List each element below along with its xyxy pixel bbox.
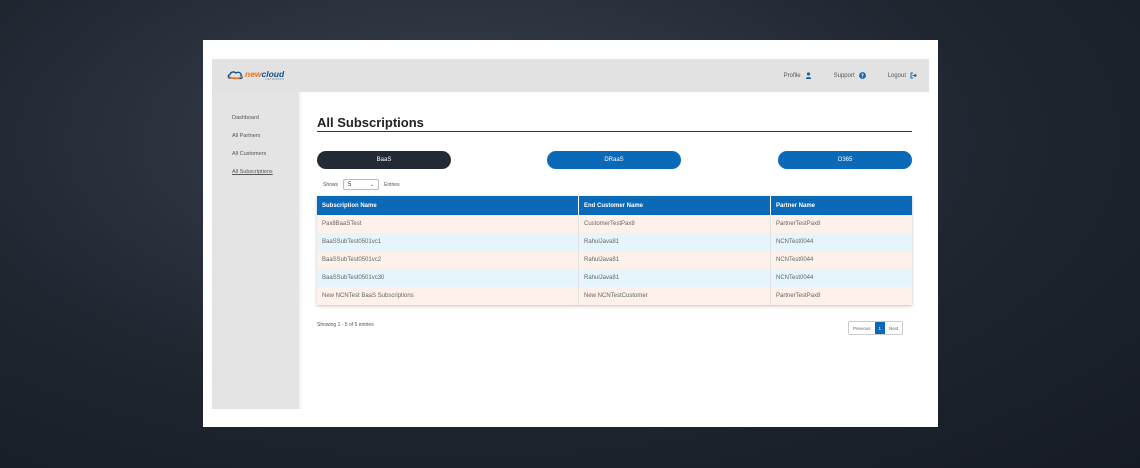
sidebar-item-dashboard[interactable]: Dashboard [232,114,299,132]
cell-partner-name: PartnerTestPax8 [776,221,821,227]
brand-name-new: new [245,68,262,79]
tab-baas[interactable]: BaaS [317,151,451,169]
top-header: newcloud NETWORKS Profile Support ? Logo… [212,59,929,92]
svg-text:?: ? [861,73,864,79]
table-row[interactable]: BaaSSubTest0501vc1 RahulJava81 NCNTest00… [317,233,912,251]
sidebar-item-all-subscriptions[interactable]: All Subscriptions [232,168,299,186]
pagination: Previous 1 Next [848,321,904,335]
page-length-control: Shows 5 ⌄ Entries [323,179,400,190]
tab-draas[interactable]: DRaaS [547,151,681,169]
cell-subscription-name: Pax8BaaSTest [317,215,579,233]
subscriptions-table: Subscription Name End Customer Name Part… [317,196,912,305]
cell-end-customer-name: RahulJava81 [579,251,771,269]
cloud-logo-icon [227,71,243,80]
cell-subscription-name: BaaSSubTest0501vc30 [317,269,579,287]
entries-select[interactable]: 5 ⌄ [343,179,380,190]
pagination-next-button[interactable]: Next [885,322,902,334]
title-divider [317,131,912,132]
logout-link[interactable]: Logout [888,72,917,79]
column-header-end-customer-name[interactable]: End Customer Name [579,196,771,215]
cell-partner-name: NCNTest0044 [776,275,814,281]
pagination-previous-button[interactable]: Previous [849,322,875,334]
pagination-page-1[interactable]: 1 [874,322,886,334]
cell-subscription-name: BaaSSubTest0501vc1 [317,233,579,251]
cell-end-customer-name: RahulJava81 [579,269,771,287]
cell-partner-name: NCNTest0044 [776,239,814,245]
cell-end-customer-name: CustomerTestPax8 [579,215,771,233]
app-window: newcloud NETWORKS Profile Support ? Logo… [203,40,938,427]
table-info: Showing 1 - 5 of 5 entries [317,322,374,328]
table-row[interactable]: BaaSSubTest0501vc30 RahulJava81 NCNTest0… [317,269,912,287]
cell-end-customer-name: RahulJava81 [579,233,771,251]
brand-tagline: NETWORKS [265,77,285,82]
profile-link[interactable]: Profile [784,72,812,79]
tab-o365[interactable]: O365 [778,151,912,169]
cell-subscription-name: New NCNTest BaaS Subscriptions [317,287,579,305]
chevron-down-icon: ⌄ [369,181,375,188]
support-link[interactable]: Support ? [834,72,866,79]
brand-logo[interactable]: newcloud NETWORKS [227,70,284,82]
column-header-partner-name[interactable]: Partner Name [771,196,912,215]
column-header-subscription-name[interactable]: Subscription Name [317,196,579,215]
entries-label: Entries [384,181,400,188]
sidebar-item-all-customers[interactable]: All Customers [232,150,299,168]
table-row[interactable]: New NCNTest BaaS Subscriptions New NCNTe… [317,287,912,305]
table-row[interactable]: BaaSSubTest0501vc2 RahulJava81 NCNTest00… [317,251,912,269]
cell-partner-name: PartnerTestPax8 [776,293,821,299]
cell-end-customer-name: New NCNTestCustomer [579,287,771,305]
cell-subscription-name: BaaSSubTest0501vc2 [317,251,579,269]
table-header-row: Subscription Name End Customer Name Part… [317,196,912,215]
logout-icon [910,72,917,79]
cell-partner-name: NCNTest0044 [776,257,814,263]
sidebar: Dashboard All Partners All Customers All… [212,92,299,409]
table-row[interactable]: Pax8BaaSTest CustomerTestPax8 PartnerTes… [317,215,912,233]
entries-select-value: 5 [348,181,352,188]
shows-label: Shows [323,181,339,188]
user-icon [805,72,811,79]
sidebar-item-all-partners[interactable]: All Partners [232,132,299,150]
main-content: All Subscriptions BaaS DRaaS O365 Shows … [299,92,929,409]
page-title: All Subscriptions [317,115,424,130]
help-circle-icon: ? [858,72,866,79]
header-nav: Profile Support ? Logout [784,72,917,79]
